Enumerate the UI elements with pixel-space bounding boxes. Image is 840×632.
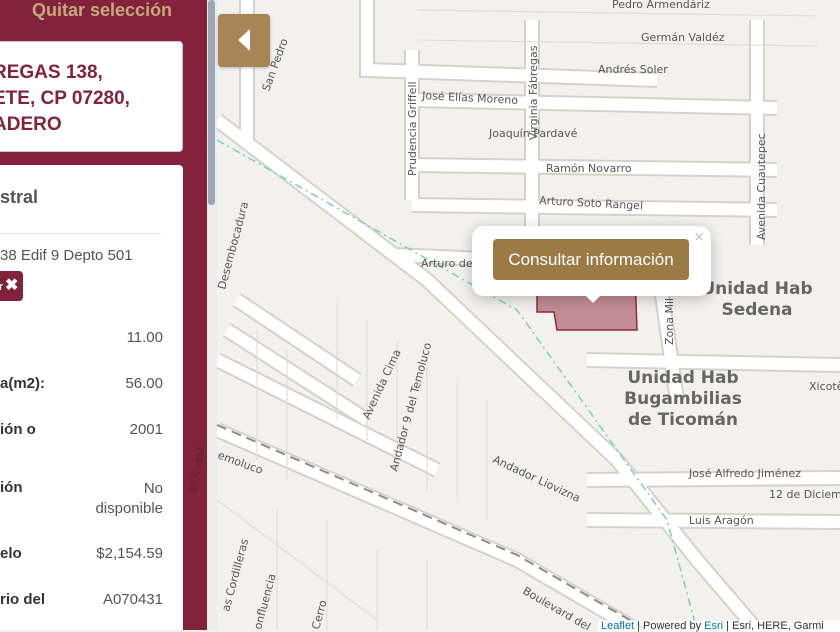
address-card: REGAS 138, ETE, CP 07280, ADERO (0, 41, 183, 152)
row-label: ión o (0, 421, 36, 438)
row-value: 2001 (129, 421, 163, 438)
street-label: Luis Aragón (689, 514, 754, 527)
area-label: Sedena (721, 300, 792, 320)
chip-label: or (0, 281, 3, 293)
street-label: Germán Valdéz (641, 31, 725, 44)
row-value: A070431 (102, 591, 163, 608)
row-label: rio del (0, 591, 46, 608)
address-line: ETE, CP 07280, (0, 88, 130, 109)
map-canvas: Pedro Armendáriz Germán Valdéz Andrés So… (217, 0, 840, 630)
popup-tip (582, 292, 604, 303)
attribution-text: | Esri, HERE, Garmi (723, 620, 824, 632)
street-label: Arturo de (421, 257, 473, 270)
clear-selection-link[interactable]: Quitar selección (32, 0, 172, 21)
row-label: elo (0, 545, 22, 562)
row-value: 11.00 (126, 329, 163, 346)
street-label: Avenida Cuautepec (755, 133, 768, 240)
street-label: Zona Mil (663, 298, 676, 345)
street-label: Virginia Fábregas (527, 45, 540, 140)
address-line: REGAS 138, (0, 62, 103, 83)
row-value: 56.00 (125, 375, 163, 392)
row-value: No disponible (95, 480, 163, 517)
divider (0, 233, 161, 234)
info-card-title: stral (0, 187, 39, 207)
scrollbar-thumb[interactable] (208, 0, 215, 205)
area-label: de Ticomán (628, 410, 738, 430)
consult-info-button[interactable]: Consultar información (493, 239, 689, 280)
leaflet-link[interactable]: Leaflet (601, 620, 634, 632)
collapse-panel-button[interactable] (218, 14, 270, 67)
attribution-text: | Powered by (634, 620, 705, 632)
row-label: ión (0, 479, 23, 496)
chevron-left-icon (238, 29, 250, 51)
filter-chip[interactable]: or✖ (0, 271, 23, 301)
street-label: 12 de Diciem (769, 488, 840, 501)
street-label: José Alfredo Jiménez (688, 467, 801, 480)
close-icon[interactable]: ✖ (5, 277, 18, 294)
street-label: Pedro Armendáriz (612, 0, 710, 11)
map-attribution: Leaflet | Powered by Esri | Esri, HERE, … (598, 620, 840, 632)
side-panel: Quitar selección REGAS 138, ETE, CP 0728… (0, 0, 207, 630)
row-value: $2,154.59 (96, 545, 163, 562)
map-view[interactable]: Pedro Armendáriz Germán Valdéz Andrés So… (217, 0, 840, 630)
address-line: ADERO (0, 114, 62, 135)
info-address: 38 Edif 9 Depto 501 (0, 247, 133, 264)
row-label: a(m2): (0, 375, 46, 392)
area-label: Unidad Hab (701, 279, 812, 299)
street-label: Ramón Novarro (546, 162, 632, 175)
close-icon[interactable]: × (692, 229, 706, 247)
street-label: Andrés Soler (598, 63, 668, 76)
street-label: Prudencia Griffell (406, 81, 419, 176)
area-label: Unidad Hab (627, 368, 738, 388)
street-label: Xicotè (809, 380, 840, 393)
panel-scrollbar[interactable] (207, 0, 217, 630)
esri-link[interactable]: Esri (704, 620, 723, 632)
cadastral-info-card: stral 38 Edif 9 Depto 501 or✖ 11.00 a(m2… (0, 165, 183, 630)
area-label: Bugambilias (624, 389, 742, 409)
